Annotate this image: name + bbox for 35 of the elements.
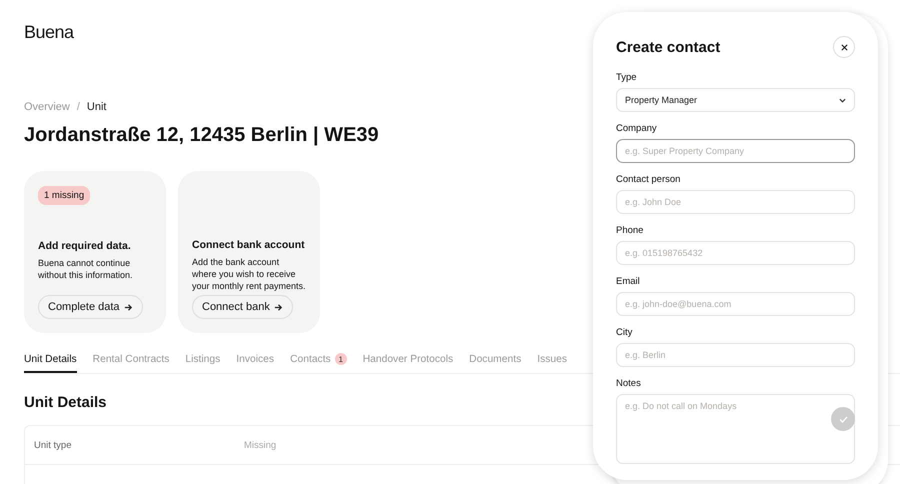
close-icon: [840, 44, 848, 50]
breadcrumb-separator: /: [76, 101, 80, 113]
page-title: Jordanstraße 12, 12435 Berlin | WE39: [24, 124, 379, 147]
card-button[interactable]: Connect bank: [192, 295, 293, 319]
tab[interactable]: Contacts 1: [290, 353, 347, 373]
notes-input[interactable]: e.g. Do not call on Mondays: [617, 395, 822, 463]
table-cell-text: Unit type: [33, 440, 72, 450]
close-button[interactable]: [833, 36, 855, 58]
field-label: Email: [616, 276, 641, 287]
card-text: Add the bank account where you wish to receive your monthly rent payments.: [192, 256, 306, 292]
field-label: City: [616, 327, 634, 338]
missing-badge: 1 missing: [38, 186, 90, 205]
check-icon: [838, 416, 848, 422]
field-label: Type: [616, 72, 638, 83]
arrow-icon: [274, 302, 283, 312]
tab[interactable]: Unit Details: [24, 353, 77, 373]
card-button[interactable]: Complete data: [38, 295, 143, 319]
logo[interactable]: Buena: [24, 22, 74, 46]
breadcrumb-link[interactable]: Unit: [86, 101, 106, 113]
notes-field[interactable]: e.g. Do not call on Mondays: [616, 394, 855, 464]
field-label: Contact person: [616, 174, 682, 185]
card-heading: Connect bank account: [192, 238, 306, 250]
arrow-icon: [124, 302, 133, 312]
card-heading: Add required data.: [38, 240, 132, 252]
field-label: Notes: [616, 378, 642, 389]
card-text: Buena cannot continue without this information.: [38, 257, 134, 281]
select-field[interactable]: Property Manager: [616, 88, 855, 112]
chevron-icon: [839, 98, 846, 102]
section-title: Unit Details: [24, 394, 107, 411]
dialog-title: Create contact: [616, 38, 720, 56]
field-label: Company: [616, 123, 658, 134]
field-label: Phone: [616, 225, 644, 236]
count-badge: 1: [334, 353, 347, 365]
input-field[interactable]: e.g. Super Property Company: [616, 139, 855, 163]
table-cell: Missing: [244, 440, 276, 450]
